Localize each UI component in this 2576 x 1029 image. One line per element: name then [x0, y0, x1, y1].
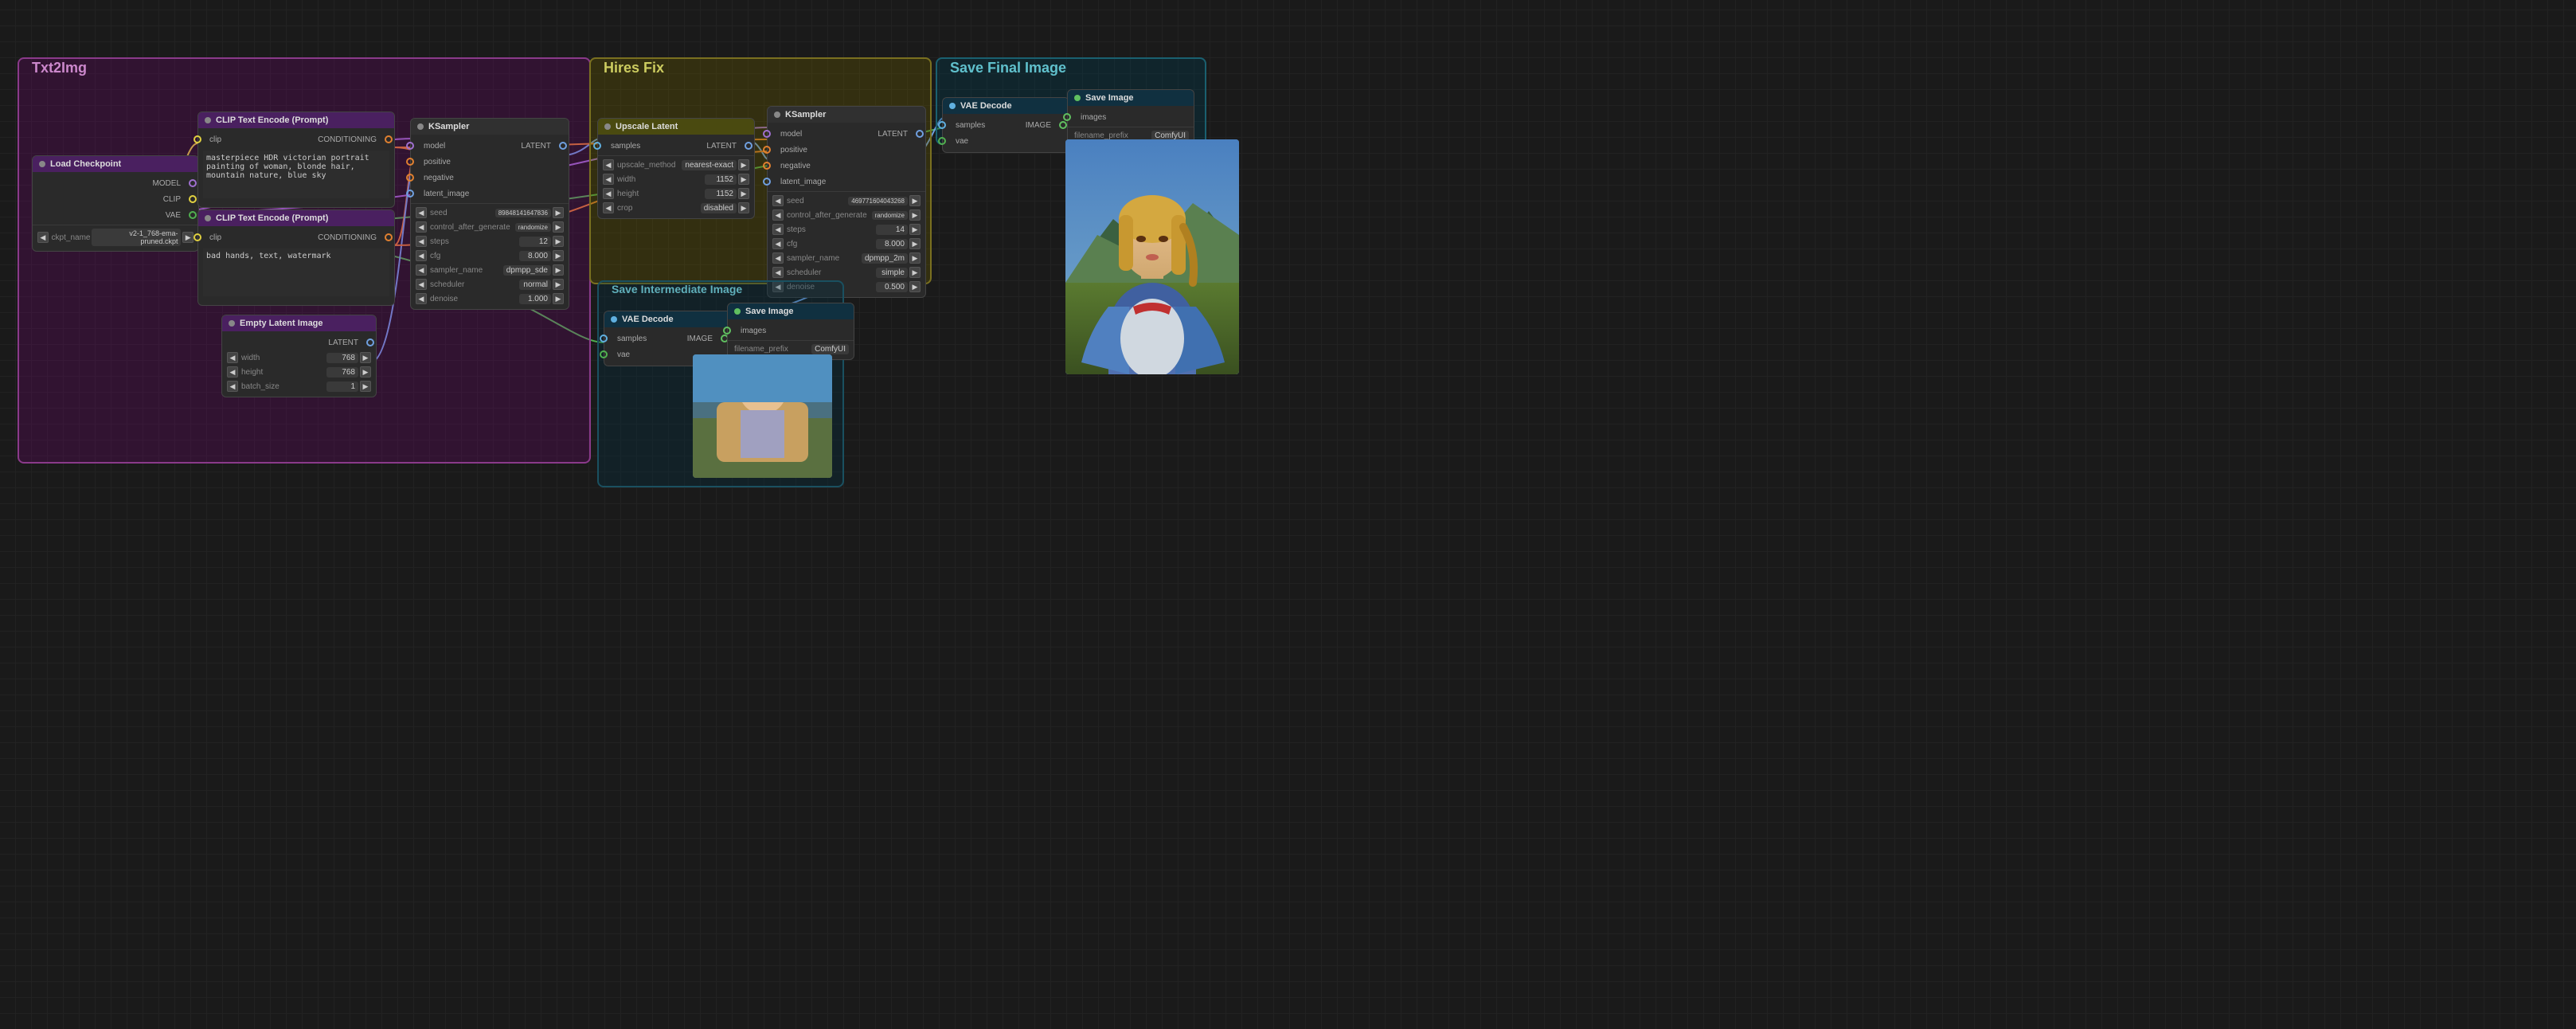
batch-prev-btn[interactable]: ◀	[227, 381, 238, 392]
node-upscale-latent-title: Upscale Latent	[598, 119, 754, 135]
port-samples-in-vd2: samples IMAGE	[943, 117, 1069, 133]
negative-prompt-area[interactable]: bad hands, text, watermark	[198, 245, 394, 302]
port-clip-in-positive: clip CONDITIONING	[198, 131, 394, 147]
empty-latent-dot	[229, 320, 235, 327]
group-hiresfix-title: Hires Fix	[599, 58, 669, 78]
k1-sampler-field[interactable]: ◀ sampler_name dpmpp_sde ▶	[411, 263, 569, 277]
k1-control-field[interactable]: ◀ control_after_generate randomize ▶	[411, 220, 569, 234]
height-next-btn[interactable]: ▶	[360, 366, 371, 378]
ckpt-next-btn[interactable]: ▶	[182, 232, 193, 243]
k1-cfg-field[interactable]: ◀ cfg 8.000 ▶	[411, 248, 569, 263]
k1-denoise-field[interactable]: ◀ denoise 1.000 ▶	[411, 291, 569, 306]
port-model-in-k2: model LATENT	[768, 126, 925, 142]
port-images-in-si1: images	[728, 323, 854, 338]
ksampler-txt2img-dot	[417, 123, 424, 130]
batch-size-field[interactable]: ◀ batch_size 1 ▶	[222, 379, 376, 393]
port-positive-in-k1: positive	[411, 154, 569, 170]
k2-seed-field[interactable]: ◀ seed 469771604043268 ▶	[768, 194, 925, 208]
group-save-intermediate-title: Save Intermediate Image	[607, 281, 747, 297]
negative-prompt-input[interactable]: bad hands, text, watermark	[203, 248, 389, 296]
positive-prompt-input[interactable]: masterpiece HDR victorian portrait paint…	[203, 151, 389, 198]
node-empty-latent-title: Empty Latent Image	[222, 315, 376, 331]
port-latent-in-k2: latent_image	[768, 174, 925, 190]
port-negative-in-k1: negative	[411, 170, 569, 186]
k2-scheduler-field[interactable]: ◀ scheduler simple ▶	[768, 265, 925, 280]
clip-negative-dot	[205, 215, 211, 221]
ul-crop-field[interactable]: ◀ crop disabled ▶	[598, 201, 754, 215]
vae-decode-int-dot	[611, 316, 617, 323]
k2-cfg-field[interactable]: ◀ cfg 8.000 ▶	[768, 237, 925, 251]
k1-seed-field[interactable]: ◀ seed 89848141647836 ▶	[411, 205, 569, 220]
port-vae-out: VAE	[33, 207, 198, 223]
port-latent-out: LATENT	[222, 335, 376, 350]
save-img-int-dot	[734, 308, 741, 315]
port-model-in-k1: model LATENT	[411, 138, 569, 154]
ul-height-field[interactable]: ◀ height 1152 ▶	[598, 186, 754, 201]
node-save-image-final-title: Save Image	[1068, 90, 1194, 106]
node-vae-decode-intermediate-title: VAE Decode	[604, 311, 730, 327]
port-vae-in-vd2: vae	[943, 133, 1069, 149]
ksampler-hiresfix-dot	[774, 112, 780, 118]
k2-steps-field[interactable]: ◀ steps 14 ▶	[768, 222, 925, 237]
thumbnail-intermediate	[693, 354, 832, 478]
port-images-in-si2: images	[1068, 109, 1194, 125]
width-field[interactable]: ◀ width 768 ▶	[222, 350, 376, 365]
port-samples-in-vd1: samples IMAGE	[604, 331, 730, 346]
node-load-checkpoint: Load Checkpoint MODEL CLIP VAE ◀ ckpt_na…	[32, 155, 199, 252]
node-empty-latent: Empty Latent Image LATENT ◀ width 768 ▶ …	[221, 315, 377, 397]
port-clip-in-negative: clip CONDITIONING	[198, 229, 394, 245]
port-latent-in-k1: latent_image	[411, 186, 569, 201]
node-clip-positive: CLIP Text Encode (Prompt) clip CONDITION…	[197, 112, 395, 208]
port-negative-in-k2: negative	[768, 158, 925, 174]
save-img-final-dot	[1074, 95, 1081, 101]
port-clip-out: CLIP	[33, 191, 198, 207]
clip-positive-dot	[205, 117, 211, 123]
port-samples-in-ul: samples LATENT	[598, 138, 754, 154]
node-ksampler-txt2img-title: KSampler	[411, 119, 569, 135]
ul-width-field[interactable]: ◀ width 1152 ▶	[598, 172, 754, 186]
node-ksampler-hiresfix-title: KSampler	[768, 107, 925, 123]
upscale-latent-dot	[604, 123, 611, 130]
ul-method-field[interactable]: ◀ upscale_method nearest-exact ▶	[598, 158, 754, 172]
width-next-btn[interactable]: ▶	[360, 352, 371, 363]
node-clip-positive-title: CLIP Text Encode (Prompt)	[198, 112, 394, 128]
positive-prompt-area[interactable]: masterpiece HDR victorian portrait paint…	[198, 147, 394, 204]
width-prev-btn[interactable]: ◀	[227, 352, 238, 363]
ckpt-name-field[interactable]: ◀ ckpt_name v2-1_768-ema-pruned.ckpt ▶	[33, 227, 198, 248]
port-model-out: MODEL	[33, 175, 198, 191]
port-positive-in-k2: positive	[768, 142, 925, 158]
height-field[interactable]: ◀ height 768 ▶	[222, 365, 376, 379]
node-upscale-latent: Upscale Latent samples LATENT ◀ upscale_…	[597, 118, 755, 219]
node-save-image-final: Save Image images filename_prefix ComfyU…	[1067, 89, 1194, 147]
k1-steps-field[interactable]: ◀ steps 12 ▶	[411, 234, 569, 248]
k1-scheduler-field[interactable]: ◀ scheduler normal ▶	[411, 277, 569, 291]
k2-control-field[interactable]: ◀ control_after_generate randomize ▶	[768, 208, 925, 222]
node-load-checkpoint-title: Load Checkpoint	[33, 156, 198, 172]
group-txt2img-title: Txt2Img	[27, 58, 92, 78]
k2-sampler-field[interactable]: ◀ sampler_name dpmpp_2m ▶	[768, 251, 925, 265]
node-save-image-intermediate: Save Image images filename_prefix ComfyU…	[727, 303, 854, 360]
load-checkpoint-dot	[39, 161, 45, 167]
portrait-final	[1065, 139, 1239, 374]
vae-decode-final-dot	[949, 103, 956, 109]
group-savefinal-title: Save Final Image	[945, 58, 1071, 78]
node-ksampler-hiresfix: KSampler model LATENT positive negative …	[767, 106, 926, 298]
node-vae-decode-final-title: VAE Decode	[943, 98, 1069, 114]
node-clip-negative: CLIP Text Encode (Prompt) clip CONDITION…	[197, 209, 395, 306]
node-ksampler-txt2img: KSampler model LATENT positive negative …	[410, 118, 569, 310]
ckpt-prev-btn[interactable]: ◀	[37, 232, 49, 243]
height-prev-btn[interactable]: ◀	[227, 366, 238, 378]
batch-next-btn[interactable]: ▶	[360, 381, 371, 392]
node-clip-negative-title: CLIP Text Encode (Prompt)	[198, 210, 394, 226]
node-save-image-intermediate-title: Save Image	[728, 303, 854, 319]
node-vae-decode-final: VAE Decode samples IMAGE vae	[942, 97, 1069, 153]
